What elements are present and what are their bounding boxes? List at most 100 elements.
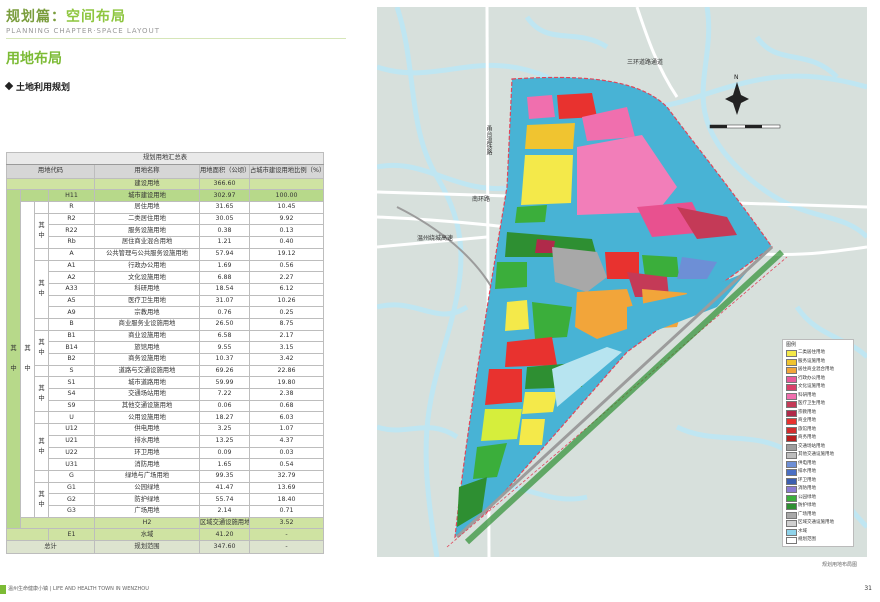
legend-title: 图例 <box>786 342 797 348</box>
cell-area: 10.37 <box>199 353 250 366</box>
legend-swatch <box>786 469 797 476</box>
map-caption: 规划用地布局图 <box>822 562 858 568</box>
cell-area: 0.76 <box>199 306 250 319</box>
table-row: A33 科研用地 18.54 6.12 <box>7 282 325 296</box>
cell-code: U31 <box>48 458 95 471</box>
table-row: S 道路与交通设施用地 69.26 22.86 <box>7 364 325 378</box>
cell-ratio: 32.79 <box>248 469 325 483</box>
cell-ratio: 2.27 <box>248 271 325 284</box>
cell-area: 1.69 <box>199 259 250 273</box>
legend-label: 商务用地 <box>798 435 816 440</box>
table-row: A5 医疗卫生用地 31.07 10.26 <box>7 294 325 308</box>
cell-ratio: 100.00 <box>248 189 325 203</box>
cell-code: R2 <box>48 212 95 226</box>
table-row: G 绿地与广场用地 99.35 32.79 <box>7 469 325 483</box>
table-row: A 公共管理与公共服务设施用地 57.94 19.12 <box>7 247 325 261</box>
cell-area: 6.58 <box>199 329 250 343</box>
cell-ratio: 0.40 <box>248 236 325 249</box>
cell-code: B1 <box>48 329 95 343</box>
cell-area: 1.65 <box>199 458 250 471</box>
cell-area: 3.25 <box>199 423 250 436</box>
cell-name: 广场用地 <box>94 504 200 518</box>
legend-swatch <box>786 477 797 485</box>
map-label-road-top: 三环道路通道 <box>627 59 664 66</box>
cell-blank <box>6 528 49 541</box>
cell-area: 41.47 <box>199 481 250 495</box>
legend-swatch <box>786 375 797 383</box>
table-row: B 商业服务业设施用地 26.50 8.75 <box>7 317 325 331</box>
legend-label: 科研用地 <box>798 392 816 398</box>
map-label-highway: 温州绕城高速 <box>417 235 454 242</box>
table-row: 其中 R2 二类居住用地 30.05 9.92 <box>7 212 325 249</box>
cell-ratio: 10.26 <box>248 294 325 308</box>
cell-ratio: 0.56 <box>248 259 325 273</box>
legend-label: 环卫用地 <box>798 477 816 483</box>
cell-name: 旅馆用地 <box>94 341 200 354</box>
cell-code: A1 <box>48 259 95 273</box>
cell-name: 交通场站用地 <box>94 388 200 401</box>
cell-code: G <box>48 469 95 483</box>
cell-name: 公园绿地 <box>94 481 200 495</box>
legend-label: 旅馆用地 <box>798 426 816 432</box>
legend-swatch <box>786 358 797 366</box>
land-use-summary-table: 规划用地汇总表 用地代码 用地名称 用地面积（公顷） 占城市建设用地比例（%） … <box>5 152 325 554</box>
cell-code: A9 <box>48 306 95 319</box>
table-header-area: 用地面积（公顷） <box>199 163 250 179</box>
cell-name: 商务设施用地 <box>94 353 200 366</box>
cell-code: U <box>48 411 95 425</box>
cell-ratio: 18.40 <box>248 493 325 506</box>
cell-name: 道路与交通设施用地 <box>94 364 200 378</box>
cell-blank <box>34 317 49 331</box>
legend-swatch <box>786 409 797 417</box>
footer-title: 温州生命健康小镇 | LIFE AND HEALTH TOWN IN WENZH… <box>8 586 149 592</box>
cell-name: 服务设施用地 <box>94 224 200 238</box>
legend-label: 宗教用地 <box>798 409 816 415</box>
cell-name: 水域 <box>94 528 200 541</box>
cell-ratio: 10.45 <box>248 201 325 214</box>
table-row: U22 环卫用地 0.09 0.03 <box>7 446 325 460</box>
table-row: 其中 B1 商业设施用地 6.58 2.17 <box>7 329 325 366</box>
cell-ratio: 0.13 <box>248 224 325 238</box>
legend-swatch <box>786 528 797 536</box>
cell-name: 二类居住用地 <box>94 212 200 226</box>
cell-name: 防护绿地 <box>94 493 200 506</box>
cell-area: 1.21 <box>199 236 250 249</box>
footer-accent <box>0 585 6 594</box>
cell-ratio: 3.15 <box>248 341 325 354</box>
cell-name: 医疗卫生用地 <box>94 294 200 308</box>
cell-name: 区域交通设施用地 <box>199 516 250 530</box>
merged-label-outer: 其中 <box>6 189 21 530</box>
cell-name: 商业设施用地 <box>94 329 200 343</box>
legend-label: 水域 <box>798 528 807 534</box>
cell-name: 宗教用地 <box>94 306 200 319</box>
merged-label-mid: 其中 <box>20 201 35 518</box>
cell-code: U12 <box>48 423 95 436</box>
legend-label: 防护绿地 <box>798 503 816 508</box>
cell-area: 13.25 <box>199 434 250 448</box>
cell-area: 0.06 <box>199 399 250 413</box>
merged-label-inner: 其中 <box>34 423 49 471</box>
cell-ratio: 13.69 <box>248 481 325 495</box>
legend-swatch <box>786 452 797 459</box>
total-ratio: - <box>248 540 325 554</box>
legend-label: 规划范围 <box>798 537 816 542</box>
legend-label: 交通场站用地 <box>798 443 825 449</box>
cell-area: 57.94 <box>199 247 250 261</box>
legend-swatch <box>786 537 797 544</box>
cell-ratio: 22.86 <box>248 364 325 378</box>
legend-label: 服务设施用地 <box>798 358 825 364</box>
table-row: U21 排水用地 13.25 4.37 <box>7 434 325 448</box>
cell-blank <box>34 411 49 425</box>
cell-name: 排水用地 <box>94 434 200 448</box>
legend-label: 公园绿地 <box>798 494 816 500</box>
cell-area: 6.88 <box>199 271 250 284</box>
cell-area: 26.50 <box>199 317 250 331</box>
table-row: 其中 R 居住用地 31.65 10.45 <box>7 201 325 518</box>
cell-blank <box>34 364 49 378</box>
cell-ratio <box>248 177 325 191</box>
cell-area: 55.74 <box>199 493 250 506</box>
merged-label-inner: 其中 <box>34 329 49 366</box>
legend-swatch <box>786 494 797 502</box>
cell-area: 3.52 <box>248 516 325 530</box>
cell-name: 行政办公用地 <box>94 259 200 273</box>
